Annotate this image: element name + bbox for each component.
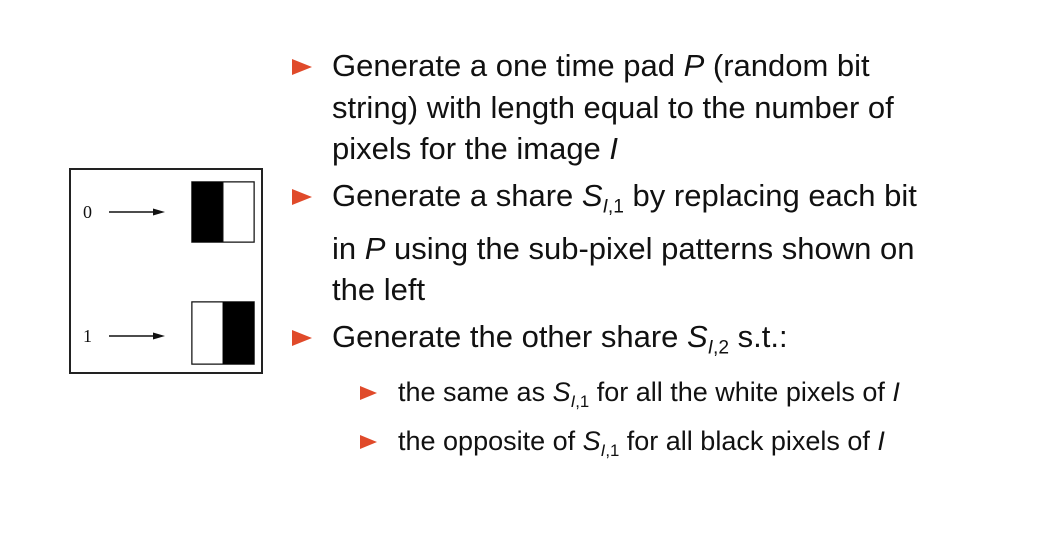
subpixel-pattern-diagram: 0 1 [69,168,263,374]
pattern-zero-white-subpixel [222,181,255,243]
bullet-text: Generate the other share SI,2 s.t.: [332,318,788,359]
bullet-text: Generate a share SI,1 by replacing each … [332,177,917,308]
bullet-generate-share-1: Generate a share SI,1 by replacing each … [290,175,930,311]
subpixel-pattern-svg: 0 1 [83,181,255,365]
bullet-generate-pad: Generate a one time pad P (random bit st… [290,45,930,170]
pattern-one-white-subpixel [191,301,224,365]
sub-bullet-text: the opposite of SI,1 for all black pixel… [398,425,885,460]
bit-zero-arrowhead [153,208,165,216]
bullet-marker-icon [292,59,312,75]
sub-bullet-list: the same as SI,1 for all the white pixel… [360,374,930,469]
bit-one-label: 1 [83,326,92,346]
sub-bullet-marker-icon [360,385,377,400]
bit-one-arrowhead [153,332,165,340]
bullet-generate-share-2: Generate the other share SI,2 s.t.: [290,316,930,369]
sub-bullet-black-pixels: the opposite of SI,1 for all black pixel… [360,423,930,469]
sub-bullet-marker-icon [360,434,377,449]
bit-zero-label: 0 [83,202,92,222]
pattern-zero-black-subpixel [192,182,223,242]
sub-bullet-white-pixels: the same as SI,1 for all the white pixel… [360,374,930,420]
bullet-list: Generate a one time pad P (random bit st… [290,45,930,472]
bullet-marker-icon [292,188,312,205]
sub-bullet-text: the same as SI,1 for all the white pixel… [398,376,900,411]
pattern-one-black-subpixel [223,302,254,364]
bullet-text: Generate a one time pad P (random bit st… [332,48,894,166]
bullet-marker-icon [292,329,312,346]
